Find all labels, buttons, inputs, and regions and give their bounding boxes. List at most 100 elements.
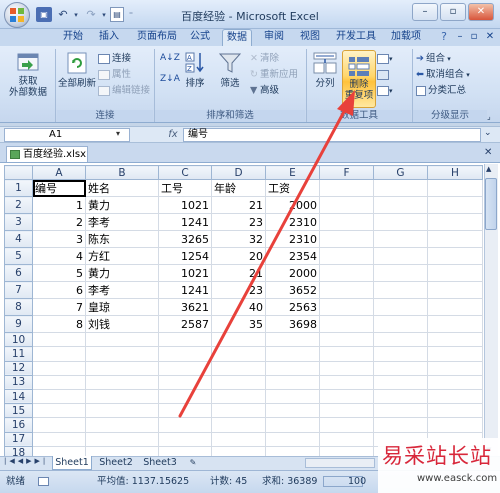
cell[interactable]: 3621 xyxy=(158,298,212,317)
clear-filter-button[interactable]: ✕ 清除 xyxy=(250,52,279,65)
get-external-data-button[interactable]: 获取 外部数据 xyxy=(4,48,52,98)
cell[interactable] xyxy=(265,417,320,433)
cell[interactable] xyxy=(265,374,320,390)
cell[interactable]: 黄力 xyxy=(85,264,159,283)
cell[interactable]: 40 xyxy=(211,298,266,317)
row-header[interactable]: 14 xyxy=(4,388,33,405)
cell[interactable]: 1 xyxy=(32,196,86,215)
row-header[interactable]: 1 xyxy=(4,179,33,198)
properties-button[interactable]: 属性 xyxy=(98,68,131,81)
cell[interactable] xyxy=(427,388,483,405)
group-button[interactable]: ➔ 组合 ▾ xyxy=(416,52,451,65)
cell[interactable]: 1254 xyxy=(158,247,212,266)
office-button[interactable] xyxy=(4,2,30,28)
cell[interactable] xyxy=(373,213,428,232)
tab-view[interactable]: 视图 xyxy=(298,29,322,46)
cell[interactable]: 23 xyxy=(211,213,266,232)
cell[interactable] xyxy=(158,332,212,348)
cell[interactable] xyxy=(265,346,320,362)
ribbon-restore-icon[interactable]: ▫ xyxy=(468,29,480,46)
preview-icon[interactable]: ▤ xyxy=(110,7,124,22)
cell[interactable] xyxy=(32,332,86,348)
tab-formulas[interactable]: 公式 xyxy=(188,29,212,46)
cell[interactable]: 2310 xyxy=(265,230,320,249)
cell[interactable]: 1021 xyxy=(158,196,212,215)
column-header[interactable]: A xyxy=(32,164,86,181)
cell[interactable] xyxy=(427,346,483,362)
cell[interactable] xyxy=(265,431,320,447)
workbook-tab[interactable]: 百度经验.xlsx xyxy=(6,146,88,163)
cell[interactable] xyxy=(211,388,266,405)
cell[interactable]: 2000 xyxy=(265,196,320,215)
cell[interactable] xyxy=(265,403,320,419)
cell[interactable] xyxy=(427,179,483,198)
cell[interactable]: 2 xyxy=(32,213,86,232)
remove-duplicates-button[interactable]: 删除 重复项 xyxy=(342,50,376,108)
cell[interactable] xyxy=(32,346,86,362)
cell[interactable]: 2000 xyxy=(265,264,320,283)
sheet-tab-sheet2[interactable]: Sheet2 xyxy=(96,456,136,470)
cell[interactable] xyxy=(211,360,266,376)
sort-button[interactable]: AZ 排序 xyxy=(179,48,211,89)
row-header[interactable]: 11 xyxy=(4,346,33,362)
cell[interactable] xyxy=(319,403,374,419)
row-header[interactable]: 6 xyxy=(4,264,33,283)
cell[interactable] xyxy=(427,196,483,215)
tab-addins[interactable]: 加载项 xyxy=(388,29,424,46)
cell[interactable] xyxy=(427,374,483,390)
row-header[interactable]: 16 xyxy=(4,417,33,433)
cell[interactable] xyxy=(373,179,428,198)
cell[interactable] xyxy=(373,196,428,215)
sheet-tab-sheet3[interactable]: Sheet3 xyxy=(140,456,180,470)
cell[interactable] xyxy=(319,247,374,266)
cell[interactable]: 方红 xyxy=(85,247,159,266)
connections-button[interactable]: 连接 xyxy=(98,52,131,65)
cell[interactable]: 6 xyxy=(32,281,86,300)
cell[interactable]: 编号 xyxy=(32,179,86,198)
cell[interactable] xyxy=(319,264,374,283)
cell[interactable] xyxy=(319,281,374,300)
qat-customize-icon[interactable]: ⁼ xyxy=(126,7,136,22)
cell[interactable]: 3265 xyxy=(158,230,212,249)
row-header[interactable]: 4 xyxy=(4,230,33,249)
row-header[interactable]: 12 xyxy=(4,360,33,376)
cell[interactable] xyxy=(373,230,428,249)
cell[interactable] xyxy=(427,417,483,433)
cell[interactable] xyxy=(158,403,212,419)
row-header[interactable]: 5 xyxy=(4,247,33,266)
cell[interactable] xyxy=(32,403,86,419)
cell[interactable] xyxy=(85,403,159,419)
ribbon-close-icon[interactable]: ✕ xyxy=(484,29,496,46)
cell[interactable]: 1241 xyxy=(158,281,212,300)
cell[interactable] xyxy=(211,374,266,390)
cell[interactable] xyxy=(85,417,159,433)
cell[interactable]: 20 xyxy=(211,247,266,266)
cell[interactable]: 3698 xyxy=(265,315,320,334)
tab-review[interactable]: 审阅 xyxy=(262,29,286,46)
close-button[interactable]: ✕ xyxy=(468,3,494,21)
row-header[interactable]: 13 xyxy=(4,374,33,390)
cell[interactable] xyxy=(211,403,266,419)
row-header[interactable]: 10 xyxy=(4,332,33,348)
cell[interactable]: 2587 xyxy=(158,315,212,334)
cell[interactable] xyxy=(265,388,320,405)
cell[interactable] xyxy=(427,315,483,334)
cell[interactable] xyxy=(319,346,374,362)
undo-dropdown-icon[interactable]: ▾ xyxy=(72,7,80,22)
cell[interactable] xyxy=(85,332,159,348)
cell[interactable] xyxy=(85,388,159,405)
cell[interactable] xyxy=(427,281,483,300)
cell[interactable] xyxy=(158,388,212,405)
cell[interactable] xyxy=(211,431,266,447)
subtotal-button[interactable]: 分类汇总 xyxy=(416,84,466,97)
cell[interactable]: 35 xyxy=(211,315,266,334)
tab-data[interactable]: 数据 xyxy=(222,29,252,46)
cell[interactable]: 4 xyxy=(32,247,86,266)
cell[interactable] xyxy=(427,247,483,266)
insert-sheet-icon[interactable]: ✎ xyxy=(184,456,202,470)
help-icon[interactable]: ? xyxy=(438,29,450,46)
filter-button[interactable]: 筛选 xyxy=(214,48,246,89)
vertical-scroll-thumb[interactable] xyxy=(485,178,497,230)
cell[interactable] xyxy=(85,374,159,390)
cell[interactable] xyxy=(85,346,159,362)
